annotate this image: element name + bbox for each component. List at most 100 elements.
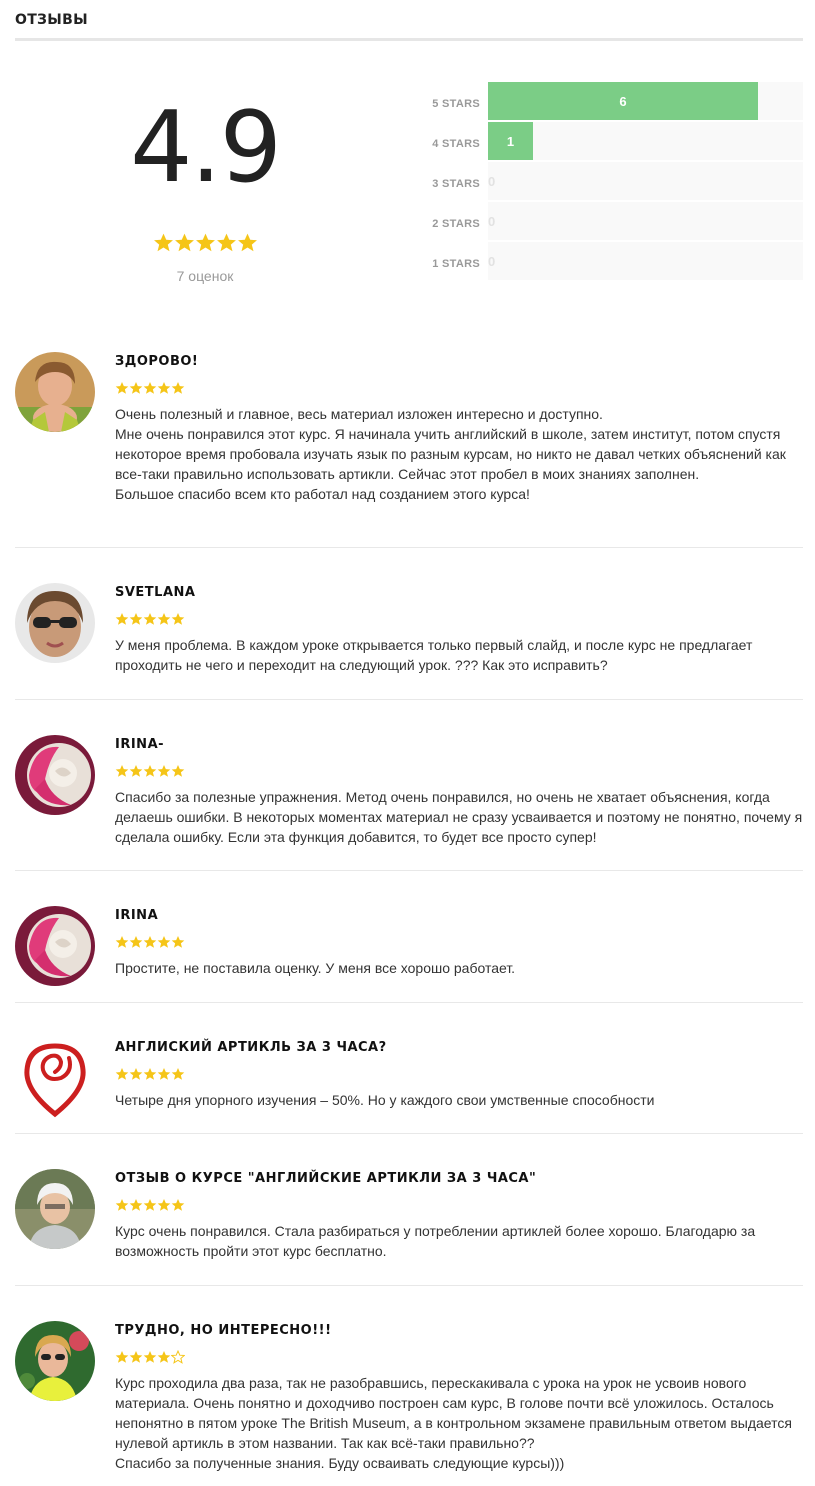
review-text: Курс проходила два раза, так не разобрав… [115,1375,792,1471]
avatar [15,1038,95,1118]
review-body: Отзыв о курсе "Английские артикли за 3 ч… [115,1169,803,1261]
review-body: Irina- Спасибо за полезные упражнения. Ме… [115,735,803,847]
star-filled-icon [157,936,171,948]
star-filled-icon [195,233,215,252]
review-stars [115,611,803,629]
review-title: Здорово! [115,354,199,369]
star-filled-icon [174,233,194,252]
distribution-label: 2 STARS [432,218,480,230]
distribution-bar: 6 [488,82,758,120]
distribution-row: 4 STARS 1 [415,122,803,162]
distribution-track: 0 [488,242,803,280]
star-filled-icon [157,1351,171,1363]
rating-distribution: 5 STARS 6 4 STARS 1 3 STARS 0 2 STARS 0 1 STARS 0 [415,82,803,282]
star-filled-icon [115,382,129,394]
review-stars [115,1349,803,1367]
star-rating [115,612,185,626]
star-filled-icon [171,936,185,948]
review-stars [115,1197,803,1215]
review-text: Очень полезный и главное, весь материал … [115,406,786,502]
star-filled-icon [129,1199,143,1211]
avatar [15,583,95,663]
star-filled-icon [237,233,257,252]
avatar [15,906,95,986]
star-rating [115,381,185,395]
star-filled-icon [129,765,143,777]
review-divider [15,699,803,700]
star-filled-icon [143,765,157,777]
star-empty-icon [171,1350,185,1364]
star-filled-icon [143,936,157,948]
review-text: Курс очень понравился. Стала разбираться… [115,1223,756,1259]
star-filled-icon [157,613,171,625]
review-title: Svetlana [115,585,196,600]
star-filled-icon [143,1351,157,1363]
distribution-label: 5 STARS [432,98,480,110]
distribution-track: 0 [488,162,803,200]
star-filled-icon [129,936,143,948]
star-filled-icon [115,1068,129,1080]
star-filled-icon [129,382,143,394]
review-title: Англиский артикль за 3 часа? [115,1040,387,1055]
star-filled-icon [129,1351,143,1363]
distribution-label: 3 STARS [432,178,480,190]
distribution-track: 0 [488,202,803,240]
star-filled-icon [115,765,129,777]
star-filled-icon [143,1068,157,1080]
star-filled-icon [171,613,185,625]
review-text: Спасибо за полезные упражнения. Метод оч… [115,789,803,845]
distribution-bar: 1 [488,122,534,160]
distribution-bar: 0 [488,174,496,189]
review-stars [115,934,803,952]
star-filled-icon [129,1068,143,1080]
star-filled-icon [157,1068,171,1080]
star-filled-icon [115,936,129,948]
review-body: Англиский артикль за 3 часа? Четыре дня у… [115,1038,803,1110]
title-divider [15,38,803,41]
star-filled-icon [157,382,171,394]
review-divider [15,1002,803,1003]
avatar [15,352,95,432]
review-stars [115,380,803,398]
review-stars [115,1066,803,1084]
rating-count: 7 оценок [176,268,234,284]
avatar [15,1169,95,1249]
distribution-label: 4 STARS [432,138,480,150]
star-filled-icon [115,613,129,625]
section-title: ОТЗЫВЫ [15,12,88,28]
avatar [15,735,95,815]
star-filled-icon [115,1351,129,1363]
star-rating [115,1350,185,1364]
star-filled-icon [171,1068,185,1080]
distribution-track: 6 [488,82,803,120]
review-body: Irina Простите, не поставила оценку. У ме… [115,906,803,978]
star-rating [115,935,185,949]
distribution-row: 5 STARS 6 [415,82,803,122]
avatar [15,1321,95,1401]
review-divider [15,870,803,871]
average-stars [150,232,260,257]
star-filled-icon [216,233,236,252]
review-body: Svetlana У меня проблема. В каждом уроке … [115,583,803,675]
review-body: Здорово! Очень полезный и главное, весь м… [115,352,803,504]
average-rating: 4.9 [130,91,282,205]
review-stars [115,763,803,781]
distribution-bar: 0 [488,214,496,229]
review-body: Трудно, но интересно!!! Курс проходила дв… [115,1321,803,1473]
distribution-label: 1 STARS [432,258,480,270]
distribution-bar: 0 [488,254,496,269]
review-divider [15,547,803,548]
star-filled-icon [115,1199,129,1211]
review-title: Трудно, но интересно!!! [115,1323,332,1338]
star-filled-icon [171,1199,185,1211]
star-filled-icon [171,765,185,777]
distribution-row: 3 STARS 0 [415,162,803,202]
star-rating [115,1198,185,1212]
star-rating [115,764,185,778]
review-text: У меня проблема. В каждом уроке открывае… [115,637,753,673]
review-text: Простите, не поставила оценку. У меня вс… [115,960,516,976]
review-title: Irina- [115,737,165,752]
star-rating [153,232,258,253]
star-filled-icon [157,1199,171,1211]
star-filled-icon [157,765,171,777]
